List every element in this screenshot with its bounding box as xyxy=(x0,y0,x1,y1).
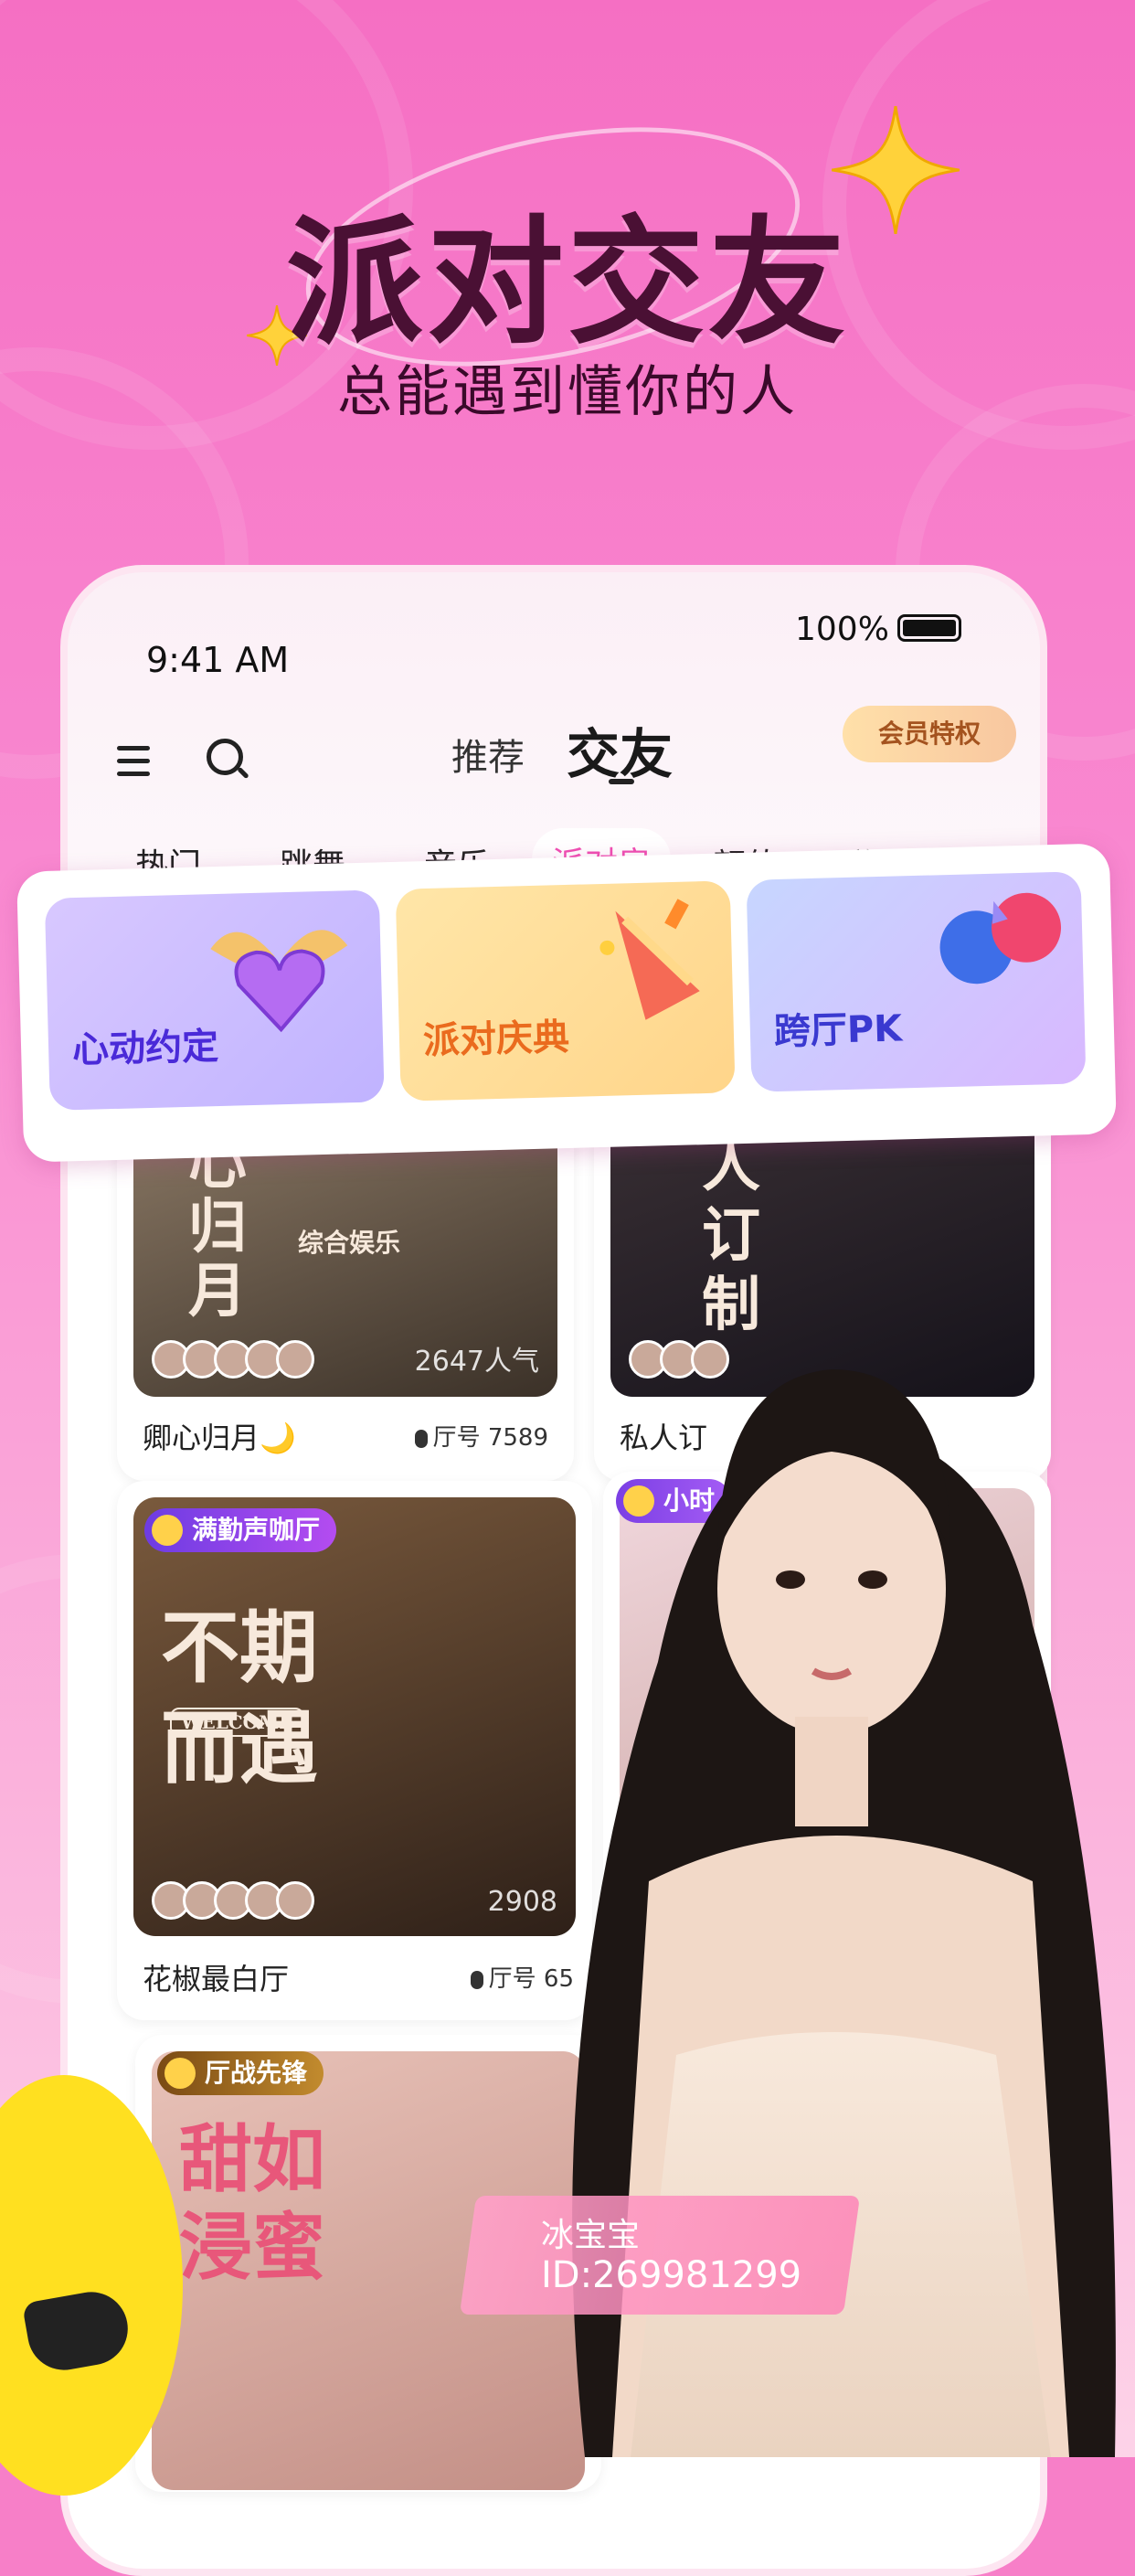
room-badge: 厅战先锋 xyxy=(157,2051,324,2095)
status-time: 9:41 AM xyxy=(146,640,290,680)
room-badge: 满勤声咖厅 xyxy=(144,1508,337,1552)
banner-cross-hall-pk[interactable]: 跨厅PK xyxy=(746,871,1087,1092)
tab-friends[interactable]: 交友 xyxy=(567,711,673,788)
room-cover-subtitle: 综合娱乐 xyxy=(298,1228,401,1258)
vip-privilege-button[interactable]: 会员特权 xyxy=(843,706,1016,762)
banner-label: 派对庆典 xyxy=(422,1016,570,1063)
battery-icon xyxy=(897,614,961,642)
banner-label: 跨厅PK xyxy=(773,1007,903,1054)
featured-host-name: 冰宝宝 xyxy=(541,2217,641,2254)
badge-icon xyxy=(152,1515,183,1546)
mic-icon xyxy=(414,1429,428,1448)
pk-gloves-icon xyxy=(939,892,1062,985)
banner-party-celebration[interactable]: 派对庆典 xyxy=(395,880,736,1102)
room-name: 花椒最白厅 xyxy=(143,1962,290,1996)
room-avatars xyxy=(152,1881,314,1920)
activity-banner: 心动约定 派对庆典 跨厅PK xyxy=(16,843,1117,1163)
room-name: 卿心归月🌙 xyxy=(143,1421,296,1455)
promo-subline: 总能遇到懂你的人 xyxy=(337,360,798,424)
room-cover-title: 甜如浸蜜 xyxy=(179,2116,325,2290)
trophy-icon xyxy=(164,2058,196,2089)
room-cover-title: 不期而遇 xyxy=(161,1602,318,1794)
heart-wings-icon xyxy=(210,930,348,1033)
banner-label: 心动约定 xyxy=(71,1025,219,1072)
banner-heart-promise[interactable]: 心动约定 xyxy=(44,889,385,1111)
party-popper-icon xyxy=(599,899,700,1020)
room-cover: 不期而遇 WELCOME 2908 xyxy=(133,1497,576,1936)
promo-headline: 派对交友 xyxy=(285,204,849,363)
tab-recommend[interactable]: 推荐 xyxy=(451,728,525,781)
featured-host-id: ID:269981299 xyxy=(541,2254,802,2296)
menu-icon[interactable] xyxy=(117,746,150,784)
search-icon[interactable] xyxy=(207,739,243,775)
room-cover-title: 心归月 xyxy=(188,1129,247,1325)
active-tab-indicator xyxy=(609,779,634,784)
battery-percent: 100% xyxy=(795,611,889,648)
mic-icon xyxy=(470,1970,483,1989)
room-avatars xyxy=(152,1340,314,1378)
room-cover-welcome: WELCOME xyxy=(170,1708,304,1737)
featured-host-tag: 冰宝宝 ID:269981299 xyxy=(459,2196,861,2315)
